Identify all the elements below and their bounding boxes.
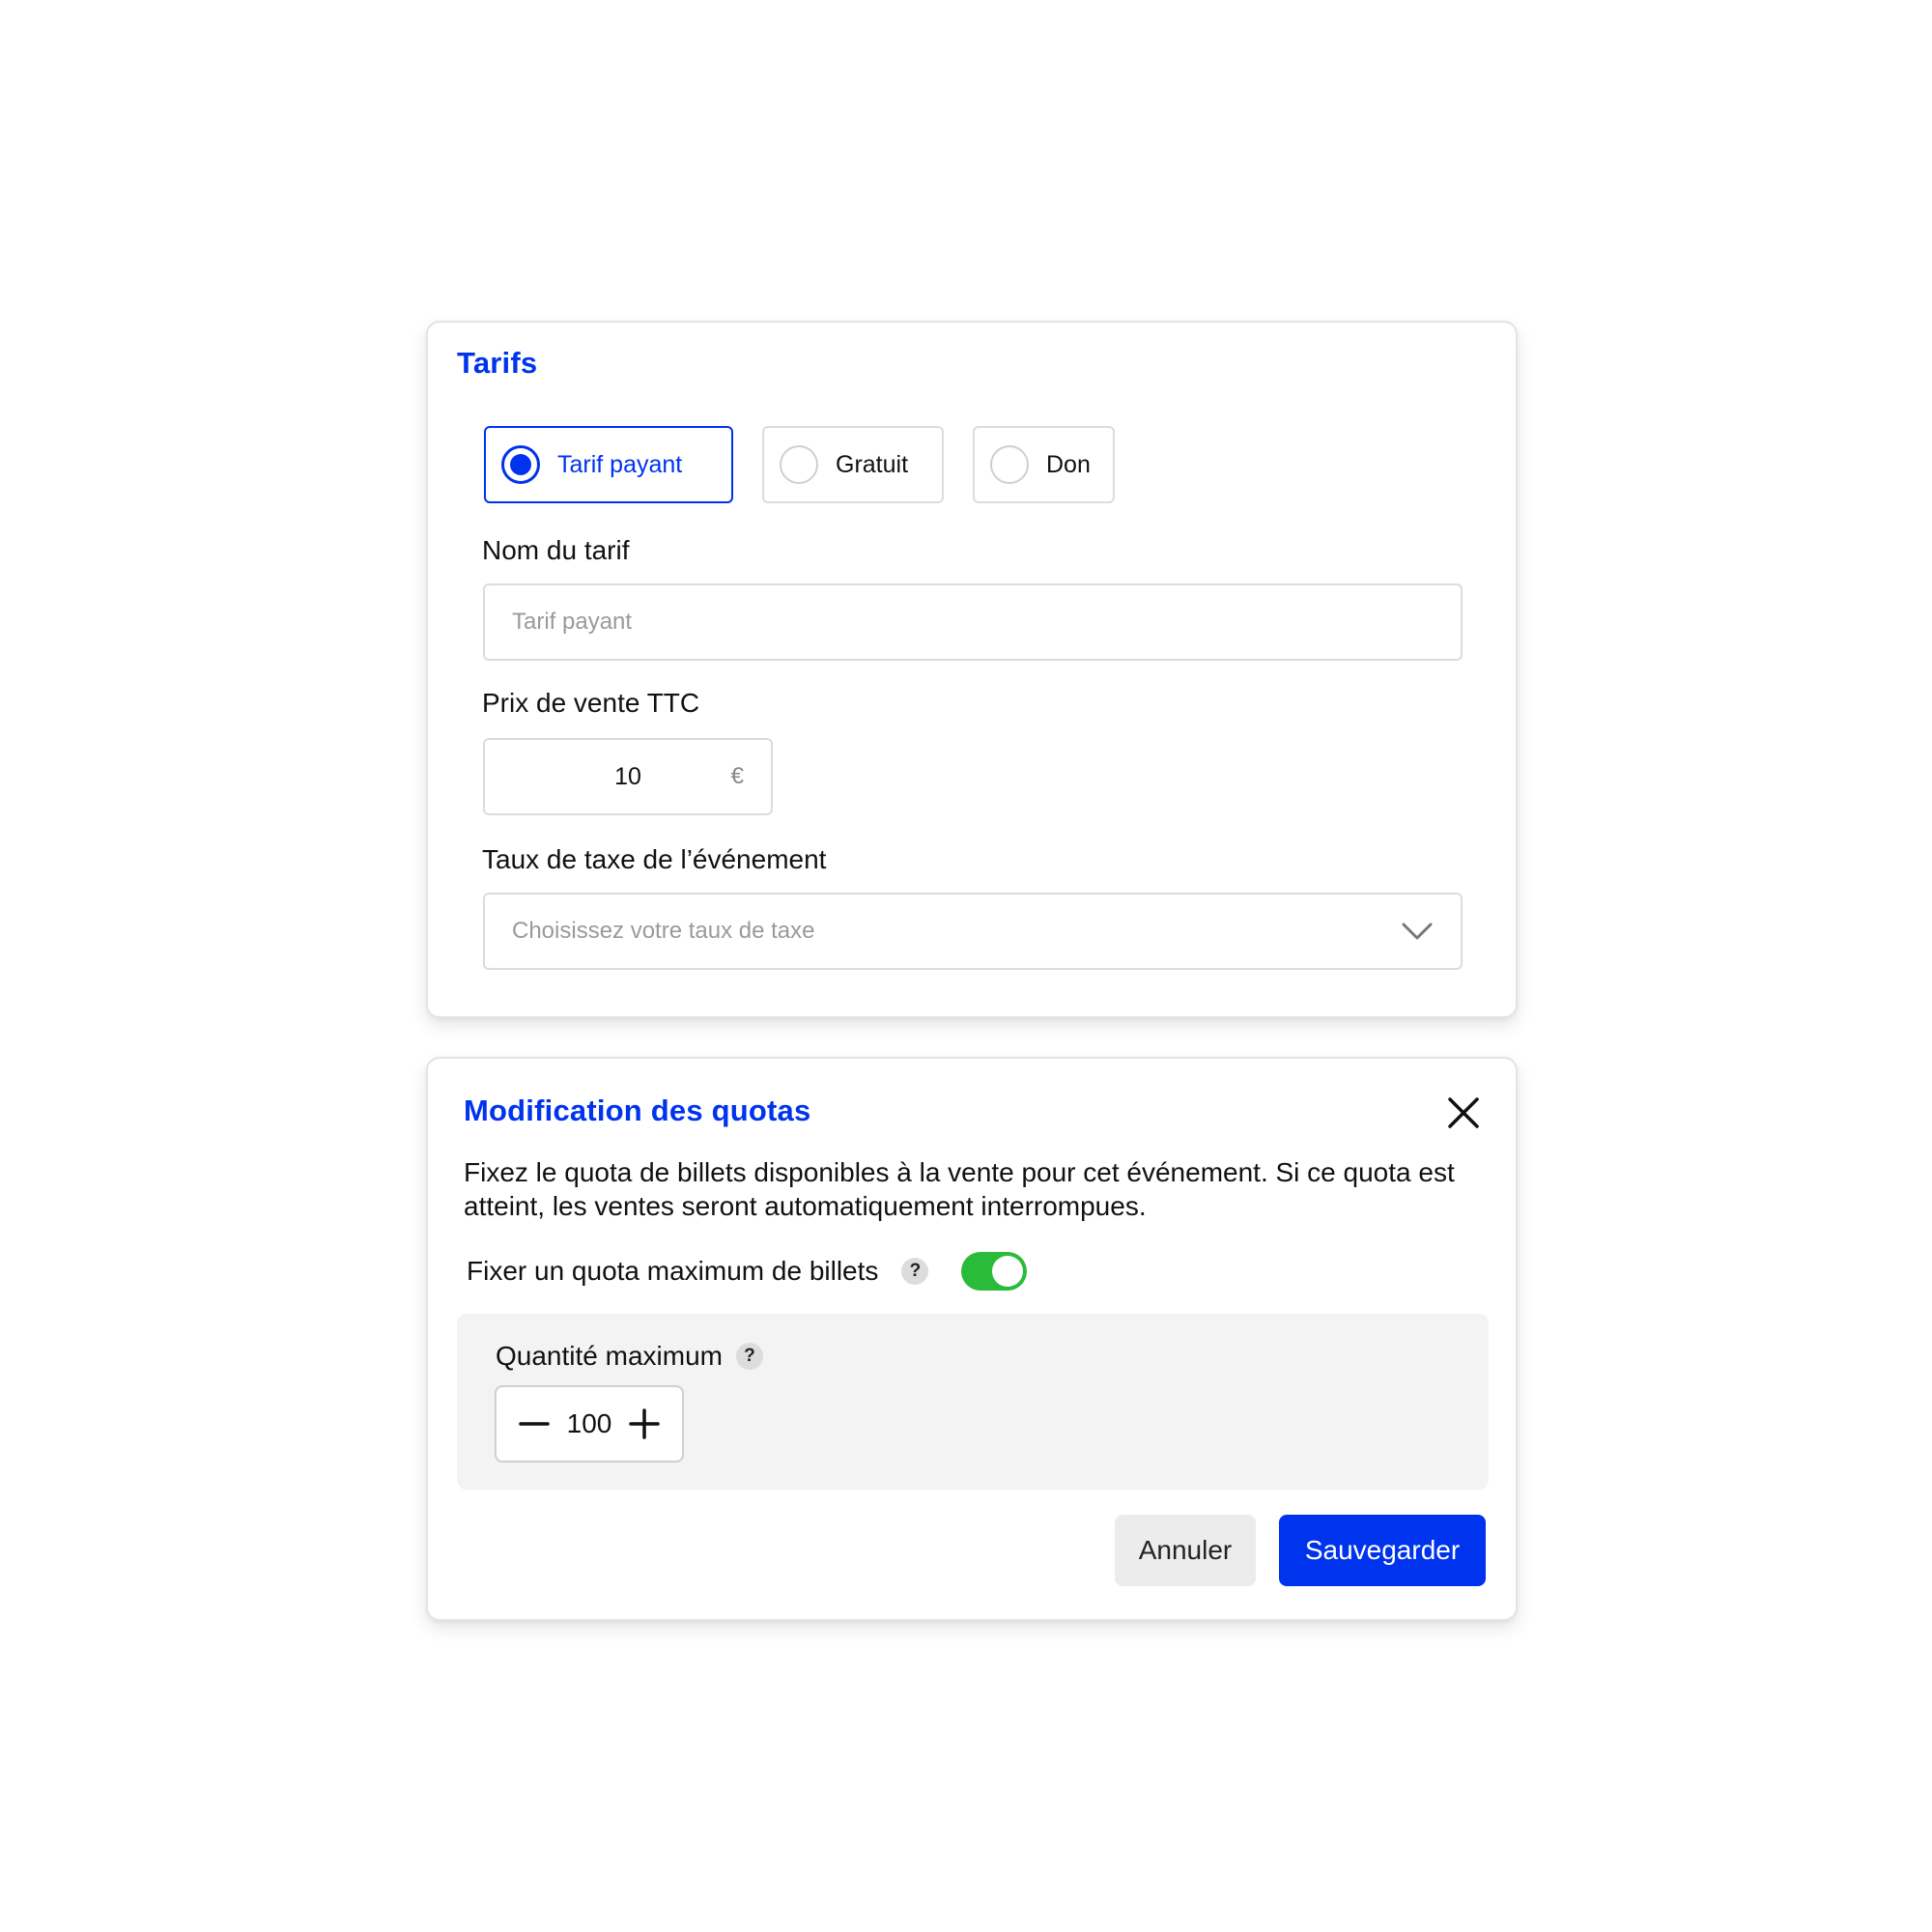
radio-option-label: Gratuit [836, 450, 909, 478]
minus-icon[interactable] [518, 1407, 551, 1440]
price-label: Prix de vente TTC [482, 688, 700, 718]
close-icon[interactable] [1446, 1095, 1481, 1130]
radio-unselected-icon [990, 445, 1029, 484]
radio-unselected-icon [780, 445, 818, 484]
tax-rate-placeholder: Choisissez votre taux de taxe [512, 918, 815, 944]
radio-option-tarif-payant[interactable]: Tarif payant [484, 426, 733, 503]
radio-option-label: Tarif payant [557, 450, 683, 478]
price-input[interactable]: 10 € [483, 738, 773, 815]
quota-toggle-label: Fixer un quota maximum de billets [467, 1256, 879, 1286]
tarif-name-input[interactable]: Tarif payant [483, 583, 1463, 661]
quantity-stepper: 100 [495, 1385, 684, 1463]
price-value: 10 [614, 762, 641, 790]
tarifs-card: Tarifs Tarif payant Gratuit Don Nom du t… [426, 321, 1518, 1018]
tax-rate-label: Taux de taxe de l’événement [482, 844, 827, 874]
tarif-name-label: Nom du tarif [482, 535, 630, 565]
quota-toggle-switch[interactable] [961, 1252, 1028, 1291]
cancel-button[interactable]: Annuler [1115, 1515, 1256, 1586]
tarif-name-placeholder: Tarif payant [512, 609, 633, 635]
help-icon[interactable]: ? [735, 1343, 763, 1370]
quantity-panel: Quantité maximum ? 100 [457, 1314, 1489, 1490]
chevron-down-icon [1402, 923, 1433, 940]
save-button[interactable]: Sauvegarder [1279, 1515, 1486, 1586]
quantity-label: Quantité maximum [496, 1341, 723, 1371]
toggle-knob [992, 1256, 1024, 1287]
radio-option-gratuit[interactable]: Gratuit [762, 426, 944, 503]
radio-selected-icon [501, 445, 540, 484]
tax-rate-select[interactable]: Choisissez votre taux de taxe [483, 893, 1463, 970]
tarif-type-radio-group: Tarif payant Gratuit Don [484, 426, 1115, 503]
help-icon[interactable]: ? [901, 1258, 929, 1285]
radio-option-label: Don [1046, 450, 1091, 478]
quota-toggle-row: Fixer un quota maximum de billets ? [467, 1250, 1028, 1293]
quantity-label-row: Quantité maximum ? [496, 1341, 763, 1372]
quota-title: Modification des quotas [464, 1094, 811, 1127]
quota-description: Fixez le quota de billets disponibles à … [464, 1157, 1455, 1221]
radio-option-don[interactable]: Don [973, 426, 1115, 503]
currency-symbol: € [730, 763, 744, 789]
quota-card: Modification des quotas Fixez le quota d… [426, 1057, 1518, 1621]
quantity-value[interactable]: 100 [567, 1408, 612, 1439]
tarifs-title: Tarifs [457, 346, 538, 380]
plus-icon[interactable] [628, 1407, 661, 1440]
